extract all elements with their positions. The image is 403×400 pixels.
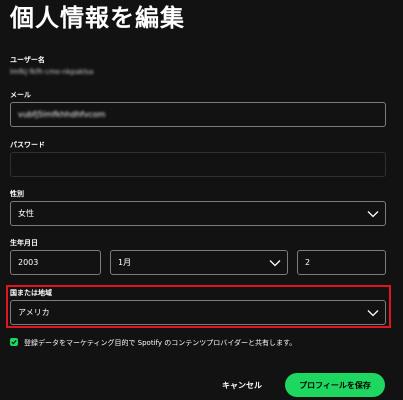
username-value: lmfkj·fkfh·cmo·nkpaklsa bbox=[10, 68, 94, 76]
email-label: メール bbox=[10, 91, 31, 99]
birth-month-value: 1月 bbox=[118, 258, 132, 267]
password-label: パスワード bbox=[10, 141, 45, 149]
gender-label: 性別 bbox=[10, 190, 24, 198]
page-title: 個人情報を編集 bbox=[10, 4, 185, 32]
password-field[interactable] bbox=[10, 152, 386, 177]
birth-day-field[interactable]: 2 bbox=[297, 250, 386, 275]
email-value: vubfj5lmfkhhdhfvcom bbox=[18, 110, 106, 119]
birth-year-field[interactable]: 2003 bbox=[10, 250, 101, 275]
consent-text: 登録データをマーケティング目的で Spotify のコンテンツプロバイダーと共有… bbox=[24, 339, 297, 347]
chevron-down-icon bbox=[367, 309, 379, 317]
gender-value: 女性 bbox=[18, 209, 34, 218]
check-icon bbox=[11, 339, 17, 345]
country-select[interactable]: アメリカ bbox=[10, 300, 386, 325]
consent-checkbox[interactable] bbox=[10, 338, 18, 346]
chevron-down-icon bbox=[269, 259, 281, 267]
save-profile-button[interactable]: プロフィールを保存 bbox=[285, 373, 385, 397]
cancel-button[interactable]: キャンセル bbox=[222, 380, 262, 391]
username-label: ユーザー名 bbox=[10, 56, 45, 64]
country-value: アメリカ bbox=[18, 308, 50, 317]
birth-day-value: 2 bbox=[305, 258, 311, 267]
gender-select[interactable]: 女性 bbox=[10, 201, 386, 226]
chevron-down-icon bbox=[367, 210, 379, 218]
birth-month-select[interactable]: 1月 bbox=[110, 250, 288, 275]
birthdate-label: 生年月日 bbox=[10, 239, 38, 247]
birth-year-value: 2003 bbox=[18, 258, 39, 267]
country-label: 国または地域 bbox=[10, 289, 52, 297]
email-field[interactable]: vubfj5lmfkhhdhfvcom bbox=[10, 102, 386, 127]
